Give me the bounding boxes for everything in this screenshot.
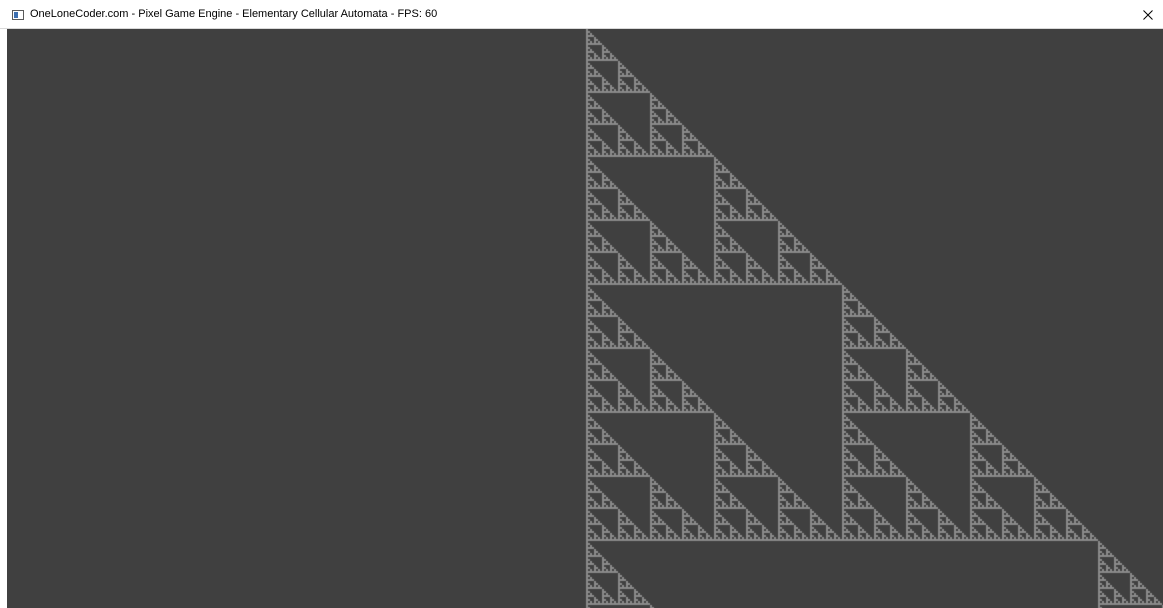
- close-button[interactable]: [1133, 0, 1163, 29]
- game-canvas-frame: [7, 29, 1163, 608]
- title-bar[interactable]: OneLoneCoder.com - Pixel Game Engine - E…: [0, 0, 1163, 29]
- automata-canvas[interactable]: [7, 29, 1163, 608]
- app-window: OneLoneCoder.com - Pixel Game Engine - E…: [0, 0, 1163, 608]
- close-icon: [1143, 9, 1153, 20]
- render-viewport: [0, 29, 1163, 608]
- window-title: OneLoneCoder.com - Pixel Game Engine - E…: [30, 8, 438, 20]
- window-app-icon[interactable]: [12, 10, 24, 20]
